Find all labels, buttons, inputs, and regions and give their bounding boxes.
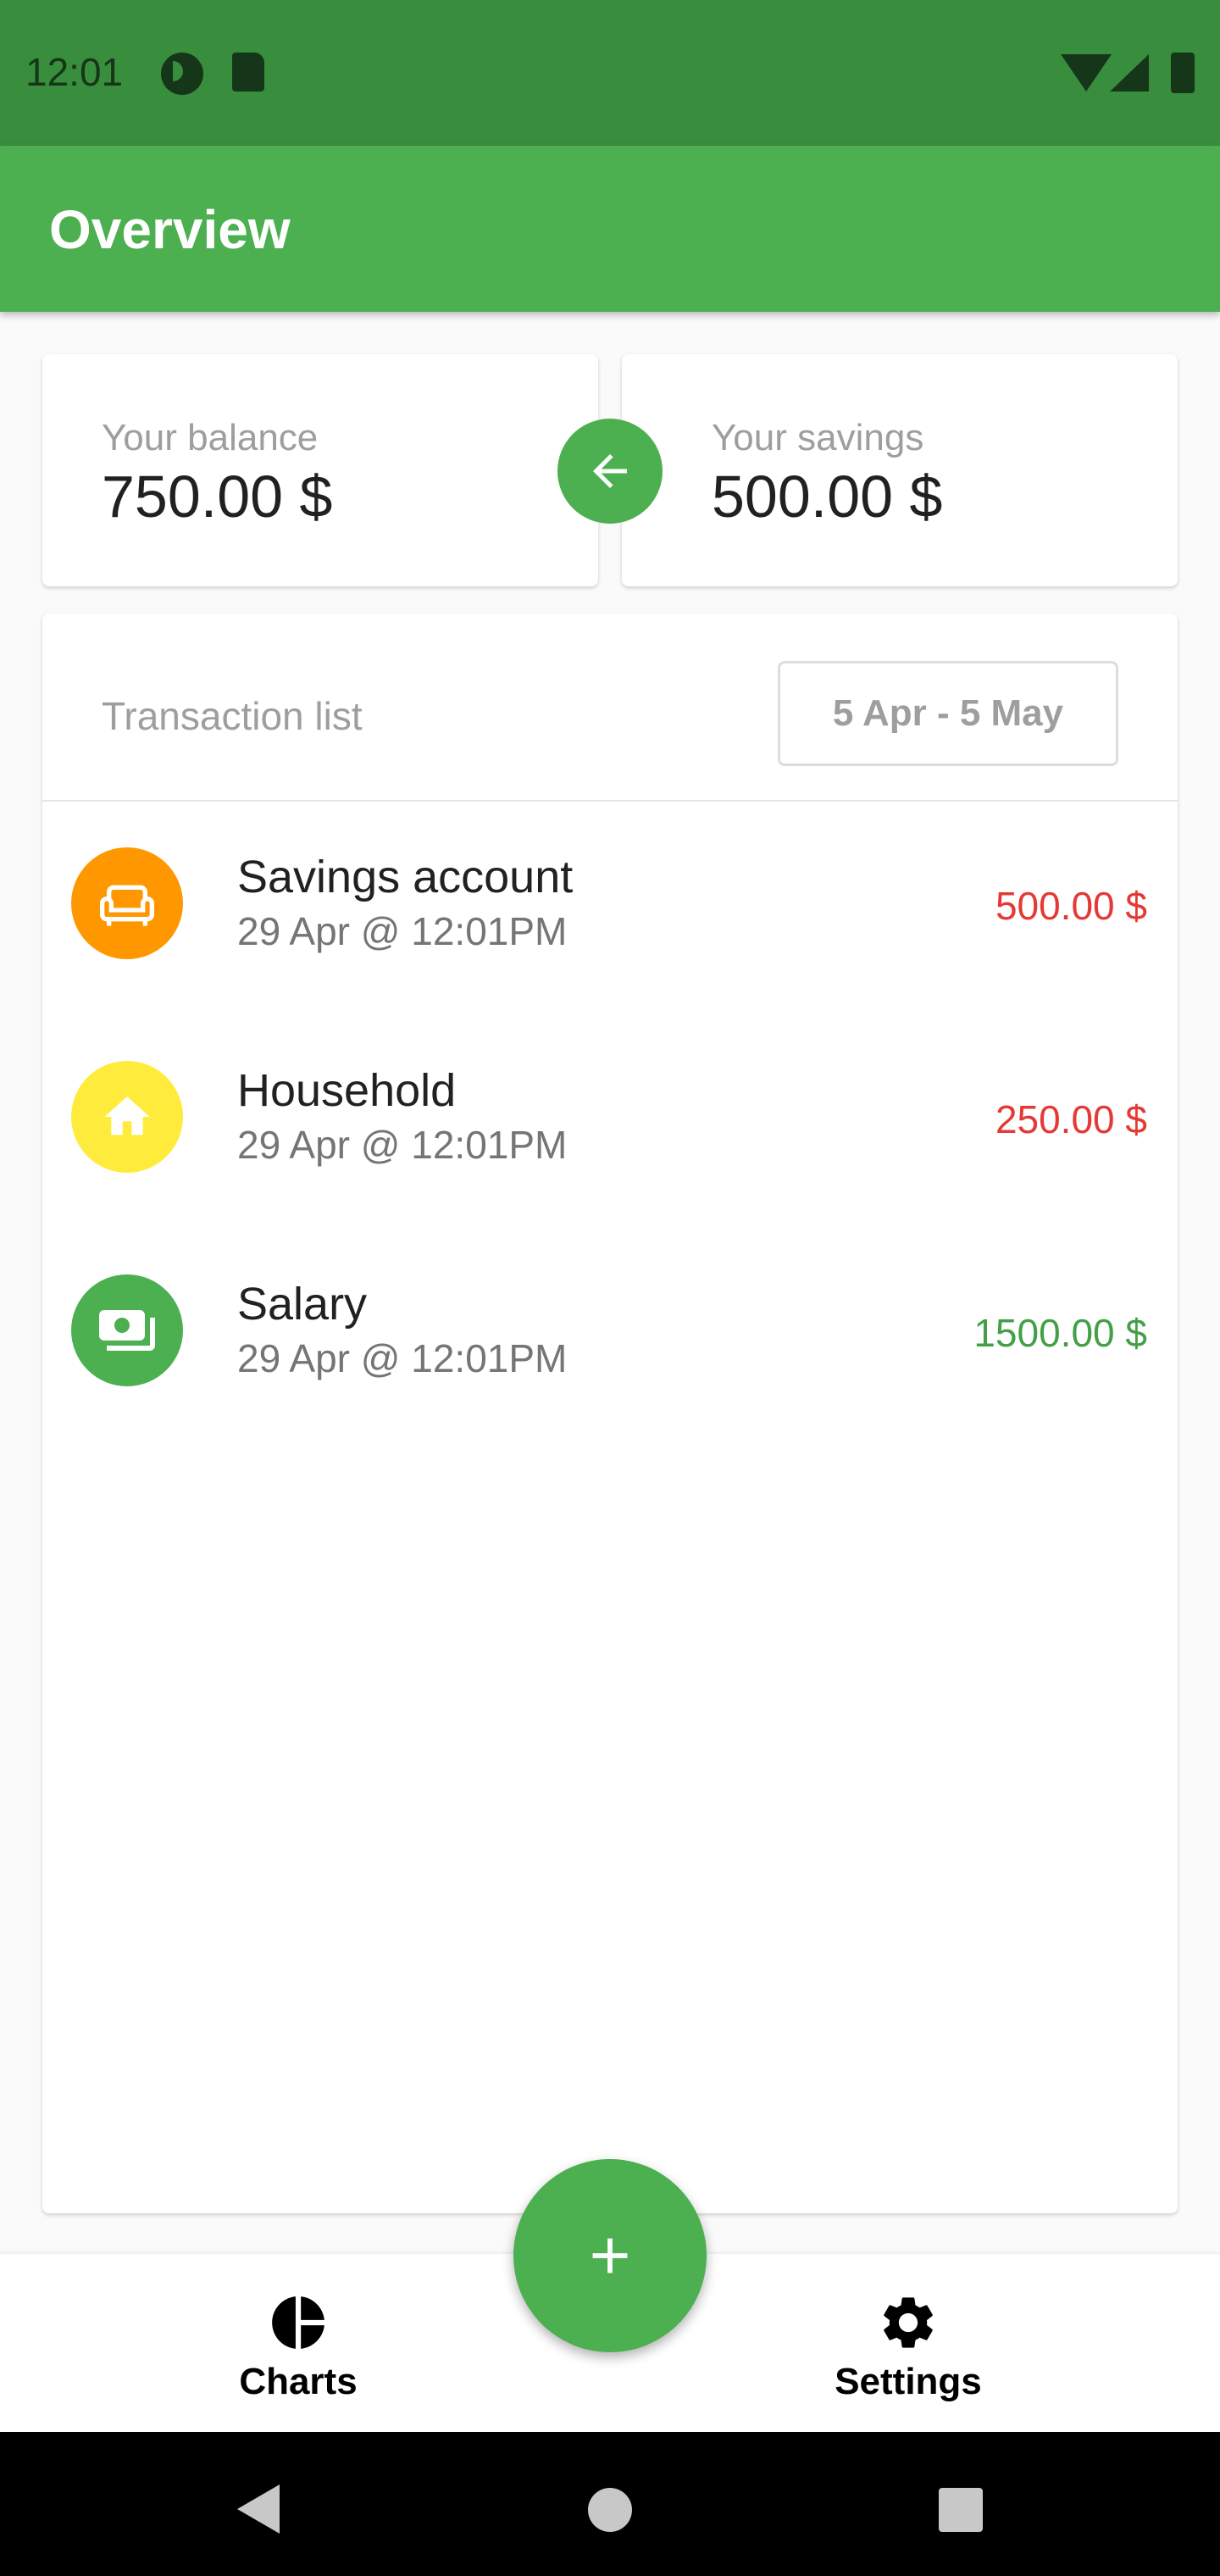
battery-icon: [1171, 53, 1195, 93]
status-bar: 12:01: [0, 0, 1220, 146]
transaction-list-title: Transaction list: [102, 694, 363, 738]
balance-card[interactable]: Your balance 750.00 $: [42, 354, 598, 586]
transaction-row[interactable]: Savings account 29 Apr @ 12:01PM 500.00 …: [42, 802, 1178, 1015]
nav-charts-label: Charts: [239, 2361, 358, 2402]
transaction-list-header: Transaction list 5 Apr - 5 May: [42, 613, 1178, 802]
add-transaction-button[interactable]: [513, 2159, 707, 2352]
date-range-button[interactable]: 5 Apr - 5 May: [778, 661, 1118, 766]
system-navigation-bar: [0, 2432, 1220, 2576]
nav-settings[interactable]: Settings: [781, 2291, 1035, 2418]
sd-card-icon: [232, 53, 264, 92]
gear-icon: [884, 2297, 933, 2348]
transaction-date: 29 Apr @ 12:01PM: [237, 1123, 568, 1167]
transaction-row[interactable]: Household 29 Apr @ 12:01PM 250.00 $: [42, 1015, 1178, 1229]
nav-settings-label: Settings: [835, 2361, 982, 2402]
transfer-button[interactable]: [557, 419, 663, 524]
transaction-amount: 500.00 $: [995, 884, 1147, 928]
savings-label: Your savings: [712, 417, 924, 458]
home-button-icon[interactable]: [588, 2488, 632, 2532]
money-icon: [71, 1274, 183, 1386]
status-time: 12:01: [25, 50, 124, 94]
transaction-amount: 250.00 $: [995, 1097, 1147, 1141]
recent-apps-icon[interactable]: [939, 2488, 983, 2532]
page-title: Overview: [49, 199, 291, 260]
arrow-left-icon: [593, 454, 627, 488]
home-icon: [71, 1061, 183, 1173]
balance-label: Your balance: [102, 417, 319, 458]
savings-card[interactable]: Your savings 500.00 $: [622, 354, 1178, 586]
transaction-name: Household: [237, 1065, 457, 1116]
signal-icon: [1110, 54, 1149, 92]
nav-charts[interactable]: Charts: [171, 2291, 425, 2418]
transaction-name: Salary: [237, 1279, 368, 1330]
transaction-list-card: Transaction list 5 Apr - 5 May Savings a…: [42, 613, 1178, 2213]
back-icon[interactable]: [232, 2481, 283, 2537]
transaction-date: 29 Apr @ 12:01PM: [237, 909, 568, 953]
sofa-icon: [71, 847, 183, 959]
transaction-row[interactable]: Salary 29 Apr @ 12:01PM 1500.00 $: [42, 1229, 1178, 1442]
plus-icon: [592, 2238, 628, 2273]
data-saver-icon: [161, 53, 203, 95]
balance-value: 750.00 $: [102, 464, 333, 530]
pie-chart-icon: [272, 2296, 324, 2349]
transaction-amount: 1500.00 $: [973, 1311, 1147, 1355]
savings-value: 500.00 $: [712, 464, 943, 530]
wifi-icon: [1061, 54, 1112, 92]
app-bar: Overview: [0, 146, 1220, 312]
transaction-date: 29 Apr @ 12:01PM: [237, 1336, 568, 1380]
transaction-name: Savings account: [237, 852, 574, 902]
